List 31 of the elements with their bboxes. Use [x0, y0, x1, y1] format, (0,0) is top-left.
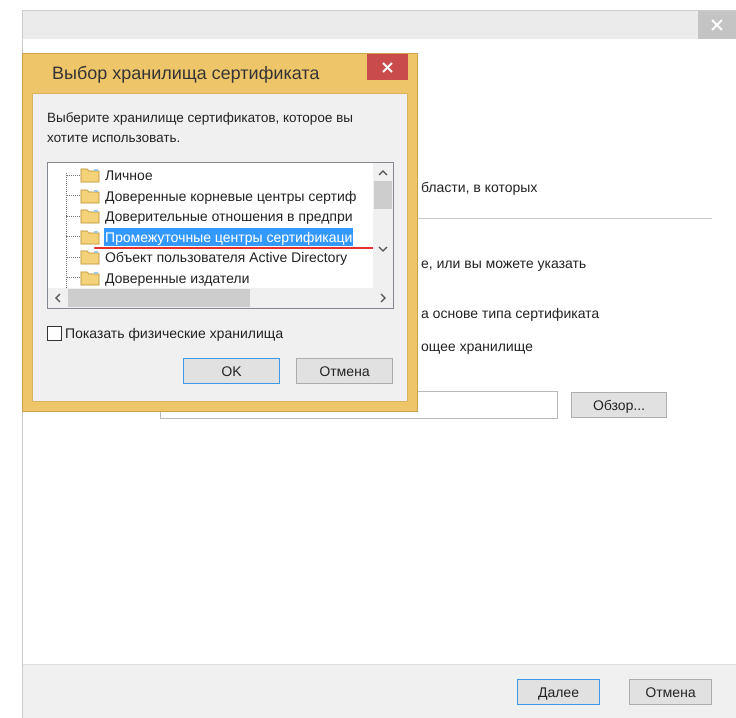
prompt-text: Выберите хранилище сертификатов, которое вы хотите использовать. — [47, 109, 354, 147]
folder-icon — [80, 167, 100, 184]
checkbox[interactable] — [47, 326, 62, 340]
folder-icon — [80, 228, 100, 245]
store-item[interactable]: Доверенные корневые центры сертиф — [104, 186, 358, 205]
scroll-thumb[interactable] — [68, 289, 250, 307]
close-icon — [382, 62, 393, 72]
dialog-title: Выбор хранилища сертификата — [52, 63, 320, 84]
browse-button[interactable]: Обзор... — [571, 392, 667, 418]
checkbox-label: Показать физические хранилища — [65, 325, 284, 341]
folder-icon — [80, 208, 100, 224]
instruction-text: а основе типа сертификата — [421, 304, 600, 322]
instruction-text: бласти, в которых — [421, 178, 538, 196]
folder-icon — [80, 249, 100, 266]
store-item[interactable]: Объект пользователя Active Directory — [104, 248, 348, 266]
instruction-text: е, или вы можете указать — [421, 254, 586, 272]
store-item[interactable]: Личное — [104, 166, 154, 184]
wizard-button[interactable]: Далее — [517, 678, 600, 704]
instruction-text: ощее хранилище — [421, 337, 533, 355]
folder-icon — [80, 188, 100, 204]
close-icon — [711, 19, 723, 31]
folder-icon — [80, 270, 100, 286]
store-item[interactable]: Доверенные издатели — [104, 268, 250, 287]
scroll-thumb[interactable] — [374, 181, 392, 209]
close-button[interactable] — [367, 54, 408, 80]
dialog-button[interactable]: OK — [183, 358, 280, 384]
horizontal-scrollbar[interactable] — [48, 288, 393, 308]
wizard-button[interactable]: Отмена — [629, 678, 712, 704]
dialog-button[interactable]: Отмена — [296, 358, 393, 384]
store-item[interactable]: Доверительные отношения в предпри — [104, 207, 354, 226]
vertical-scrollbar[interactable] — [373, 163, 393, 288]
